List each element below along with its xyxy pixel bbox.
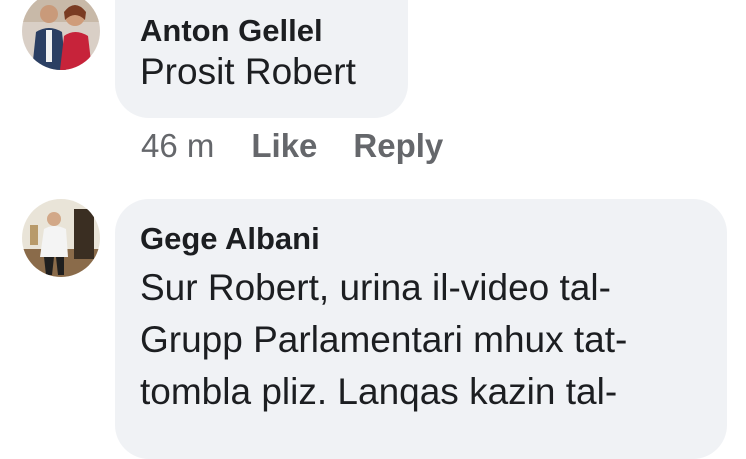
comment-author[interactable]: Gege Albani xyxy=(140,221,320,257)
comment-actions: 46 m Like Reply xyxy=(141,126,443,166)
like-button[interactable]: Like xyxy=(251,127,317,165)
comment-bubble: Gege Albani Sur Robert, urina il-video t… xyxy=(115,199,727,459)
avatar[interactable] xyxy=(22,0,100,70)
avatar[interactable] xyxy=(22,199,100,277)
comment-text-line: tombla pliz. Lanqas kazin tal- xyxy=(140,371,618,412)
comment-text-line: Sur Robert, urina il-video tal- xyxy=(140,267,611,308)
profile-photo-figure-icon xyxy=(22,199,100,277)
comment-timestamp[interactable]: 46 m xyxy=(141,127,214,165)
reply-button[interactable]: Reply xyxy=(353,127,443,165)
comment-text: Sur Robert, urina il-video tal- Grupp Pa… xyxy=(140,262,700,418)
comment-text-line: Grupp Parlamentari mhux tat- xyxy=(140,319,628,360)
comment-text: Prosit Robert xyxy=(140,51,356,92)
comment-bubble: Anton Gellel Prosit Robert xyxy=(115,0,408,118)
profile-photo-couple-icon xyxy=(22,0,100,70)
comment-author[interactable]: Anton Gellel xyxy=(140,13,323,49)
